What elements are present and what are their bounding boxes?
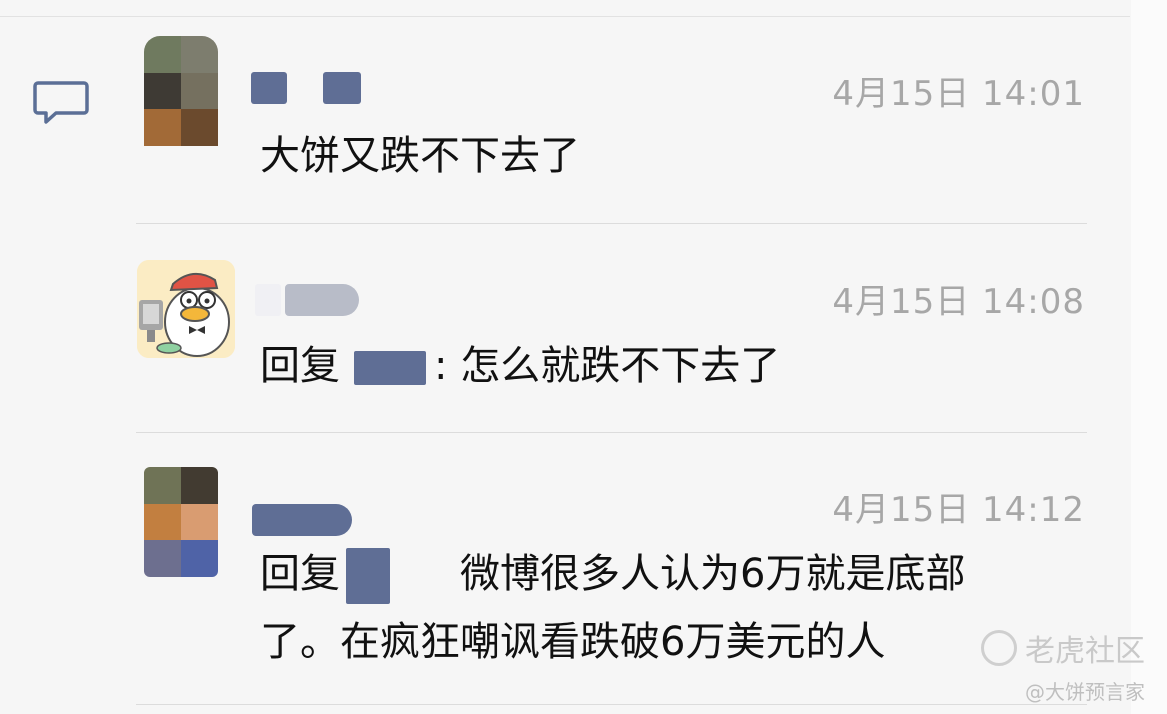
comment-divider [136,704,1087,705]
comment-time: 4月15日 14:08 [832,282,1085,322]
comment-text: 回复 : 怎么就跌不下去了 [260,338,780,394]
comment-text-line1: 回复 微博很多人认为6万就是底部 [260,546,965,604]
mentioned-user-blurred[interactable] [346,548,390,604]
reply-prefix: 回复 [260,551,340,597]
comment-time: 4月15日 14:12 [832,490,1085,530]
comment-divider [136,223,1087,224]
tiger-logo-icon [981,630,1017,666]
comment-time: 4月15日 14:01 [832,74,1085,114]
reply-prefix: 回复 [260,343,340,389]
comment-divider [136,432,1087,433]
duck-avatar-icon [137,260,235,358]
watermark-brand: 老虎社区 [981,626,1145,670]
reply-text-line1: 微博很多人认为6万就是底部 [460,551,966,597]
top-divider [0,16,1130,17]
right-margin [1131,0,1167,714]
watermark-brand-text: 老虎社区 [1025,634,1145,669]
avatar[interactable] [144,467,218,577]
comment-text: 大饼又跌不下去了 [260,133,580,179]
username-blurred[interactable] [251,72,361,104]
avatar[interactable] [144,36,218,146]
username-blurred[interactable] [252,504,352,536]
reply-text: : 怎么就跌不下去了 [434,343,781,389]
comment-text-line2: 了。在疯狂嘲讽看跌破6万美元的人 [260,619,886,665]
mentioned-user-blurred[interactable] [354,351,426,385]
username-blurred[interactable] [255,284,360,316]
watermark-user: @大饼预言家 [1025,680,1145,704]
comment-icon[interactable] [32,79,90,127]
avatar[interactable] [137,260,235,358]
